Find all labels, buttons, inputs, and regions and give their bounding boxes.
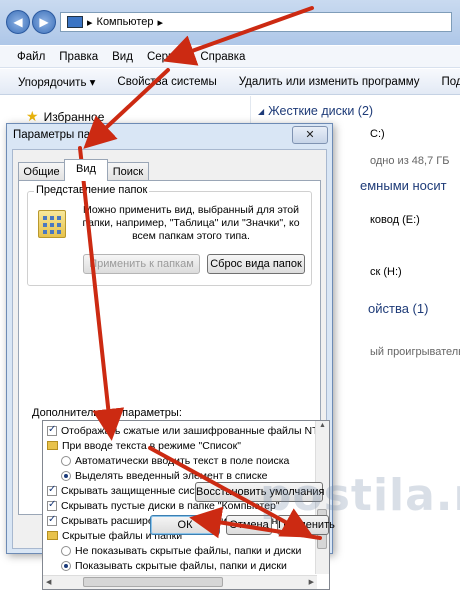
scroll-left-icon[interactable]: ◀	[46, 578, 51, 586]
radio-button[interactable]	[61, 560, 71, 571]
system-properties-button[interactable]: Свойства системы	[117, 76, 216, 88]
group-description: Можно применить вид, выбранный для этой …	[82, 204, 300, 242]
tab-search[interactable]: Поиск	[107, 162, 149, 180]
scroll-right-icon[interactable]: ▶	[309, 578, 314, 586]
checkbox[interactable]	[47, 484, 57, 496]
watermark: postila.ru	[260, 470, 460, 521]
other-devices-label[interactable]: ойства (1)	[368, 301, 428, 316]
scroll-up-icon[interactable]: ▲	[319, 422, 326, 429]
folder-view-icon	[38, 210, 66, 238]
list-item[interactable]: Автоматически вводить текст в поле поиск…	[61, 453, 289, 468]
menu-edit[interactable]: Правка	[52, 51, 105, 63]
apply-to-folders-button[interactable]: Применить к папкам	[83, 254, 200, 274]
collapse-triangle-icon: ◢	[258, 106, 265, 116]
menu-bar: Файл Правка Вид Сервис Справка	[0, 46, 460, 68]
folder-icon	[47, 441, 58, 450]
chevron-right-icon: ▸	[157, 16, 163, 29]
menu-help[interactable]: Справка	[193, 51, 252, 63]
explorer-titlebar: ◀ ▶ ▸ Компьютер ▸	[0, 0, 460, 45]
folder-icon	[47, 531, 58, 540]
horizontal-scrollbar[interactable]: ◀ ▶	[43, 575, 317, 589]
checkbox[interactable]	[47, 514, 57, 526]
checkbox[interactable]	[47, 499, 57, 511]
address-path: Компьютер	[96, 16, 154, 28]
drive-c-label[interactable]: C:)	[370, 128, 385, 140]
radio-button[interactable]	[61, 455, 71, 466]
removable-section-label[interactable]: емными носит	[360, 178, 447, 193]
group-title: Представление папок	[34, 184, 150, 196]
media-player-label[interactable]: ый проигрыватель	[370, 346, 460, 358]
hard-drives-section[interactable]: ◢ Жесткие диски (2)	[258, 104, 373, 118]
drive-e-label[interactable]: ковод (E:)	[370, 214, 420, 226]
nav-favorites-label: Избранное	[43, 109, 105, 124]
address-bar[interactable]: ▸ Компьютер ▸	[60, 12, 452, 32]
uninstall-program-button[interactable]: Удалить или изменить программу	[239, 76, 420, 88]
dialog-title: Параметры папок	[13, 129, 108, 141]
connect-button[interactable]: Подк	[442, 76, 460, 88]
tab-view[interactable]: Вид	[64, 159, 108, 181]
back-arrow-icon[interactable]: ◀	[6, 10, 30, 34]
menu-view[interactable]: Вид	[105, 51, 140, 63]
list-item[interactable]: Выделять введенный элемент в списке	[61, 468, 268, 483]
organize-button[interactable]: Упорядочить ▾	[18, 75, 95, 89]
tab-general[interactable]: Общие	[18, 162, 65, 180]
menu-file[interactable]: Файл	[10, 51, 52, 63]
close-button[interactable]: ✕	[292, 126, 328, 144]
computer-icon	[67, 16, 83, 28]
list-item[interactable]: Показывать скрытые файлы, папки и диски	[61, 558, 287, 573]
chevron-right-icon: ▸	[87, 16, 93, 29]
drive-h-label[interactable]: ск (H:)	[370, 266, 402, 278]
command-bar: Упорядочить ▾ Свойства системы Удалить и…	[0, 69, 460, 95]
menu-tools[interactable]: Сервис	[140, 51, 193, 63]
advanced-settings-label: Дополнительные параметры:	[32, 407, 182, 419]
drive-c-free-space: одно из 48,7 ГБ	[370, 155, 450, 167]
checkbox[interactable]	[47, 424, 57, 436]
radio-button[interactable]	[61, 545, 71, 556]
scroll-thumb[interactable]	[83, 577, 223, 587]
list-item[interactable]: Не показывать скрытые файлы, папки и дис…	[61, 543, 301, 558]
forward-arrow-icon[interactable]: ▶	[32, 10, 56, 34]
list-item[interactable]: Отображать сжатые или зашифрованные файл…	[47, 423, 321, 438]
radio-button[interactable]	[61, 470, 71, 481]
list-item: При вводе текста в режиме "Список"	[47, 438, 241, 453]
hard-drives-label: Жесткие диски (2)	[268, 104, 374, 118]
folder-views-group: Представление папок Можно применить вид,…	[27, 184, 312, 286]
reset-folders-button[interactable]: Сброс вида папок	[207, 254, 305, 274]
ok-button[interactable]: ОК	[150, 515, 220, 535]
